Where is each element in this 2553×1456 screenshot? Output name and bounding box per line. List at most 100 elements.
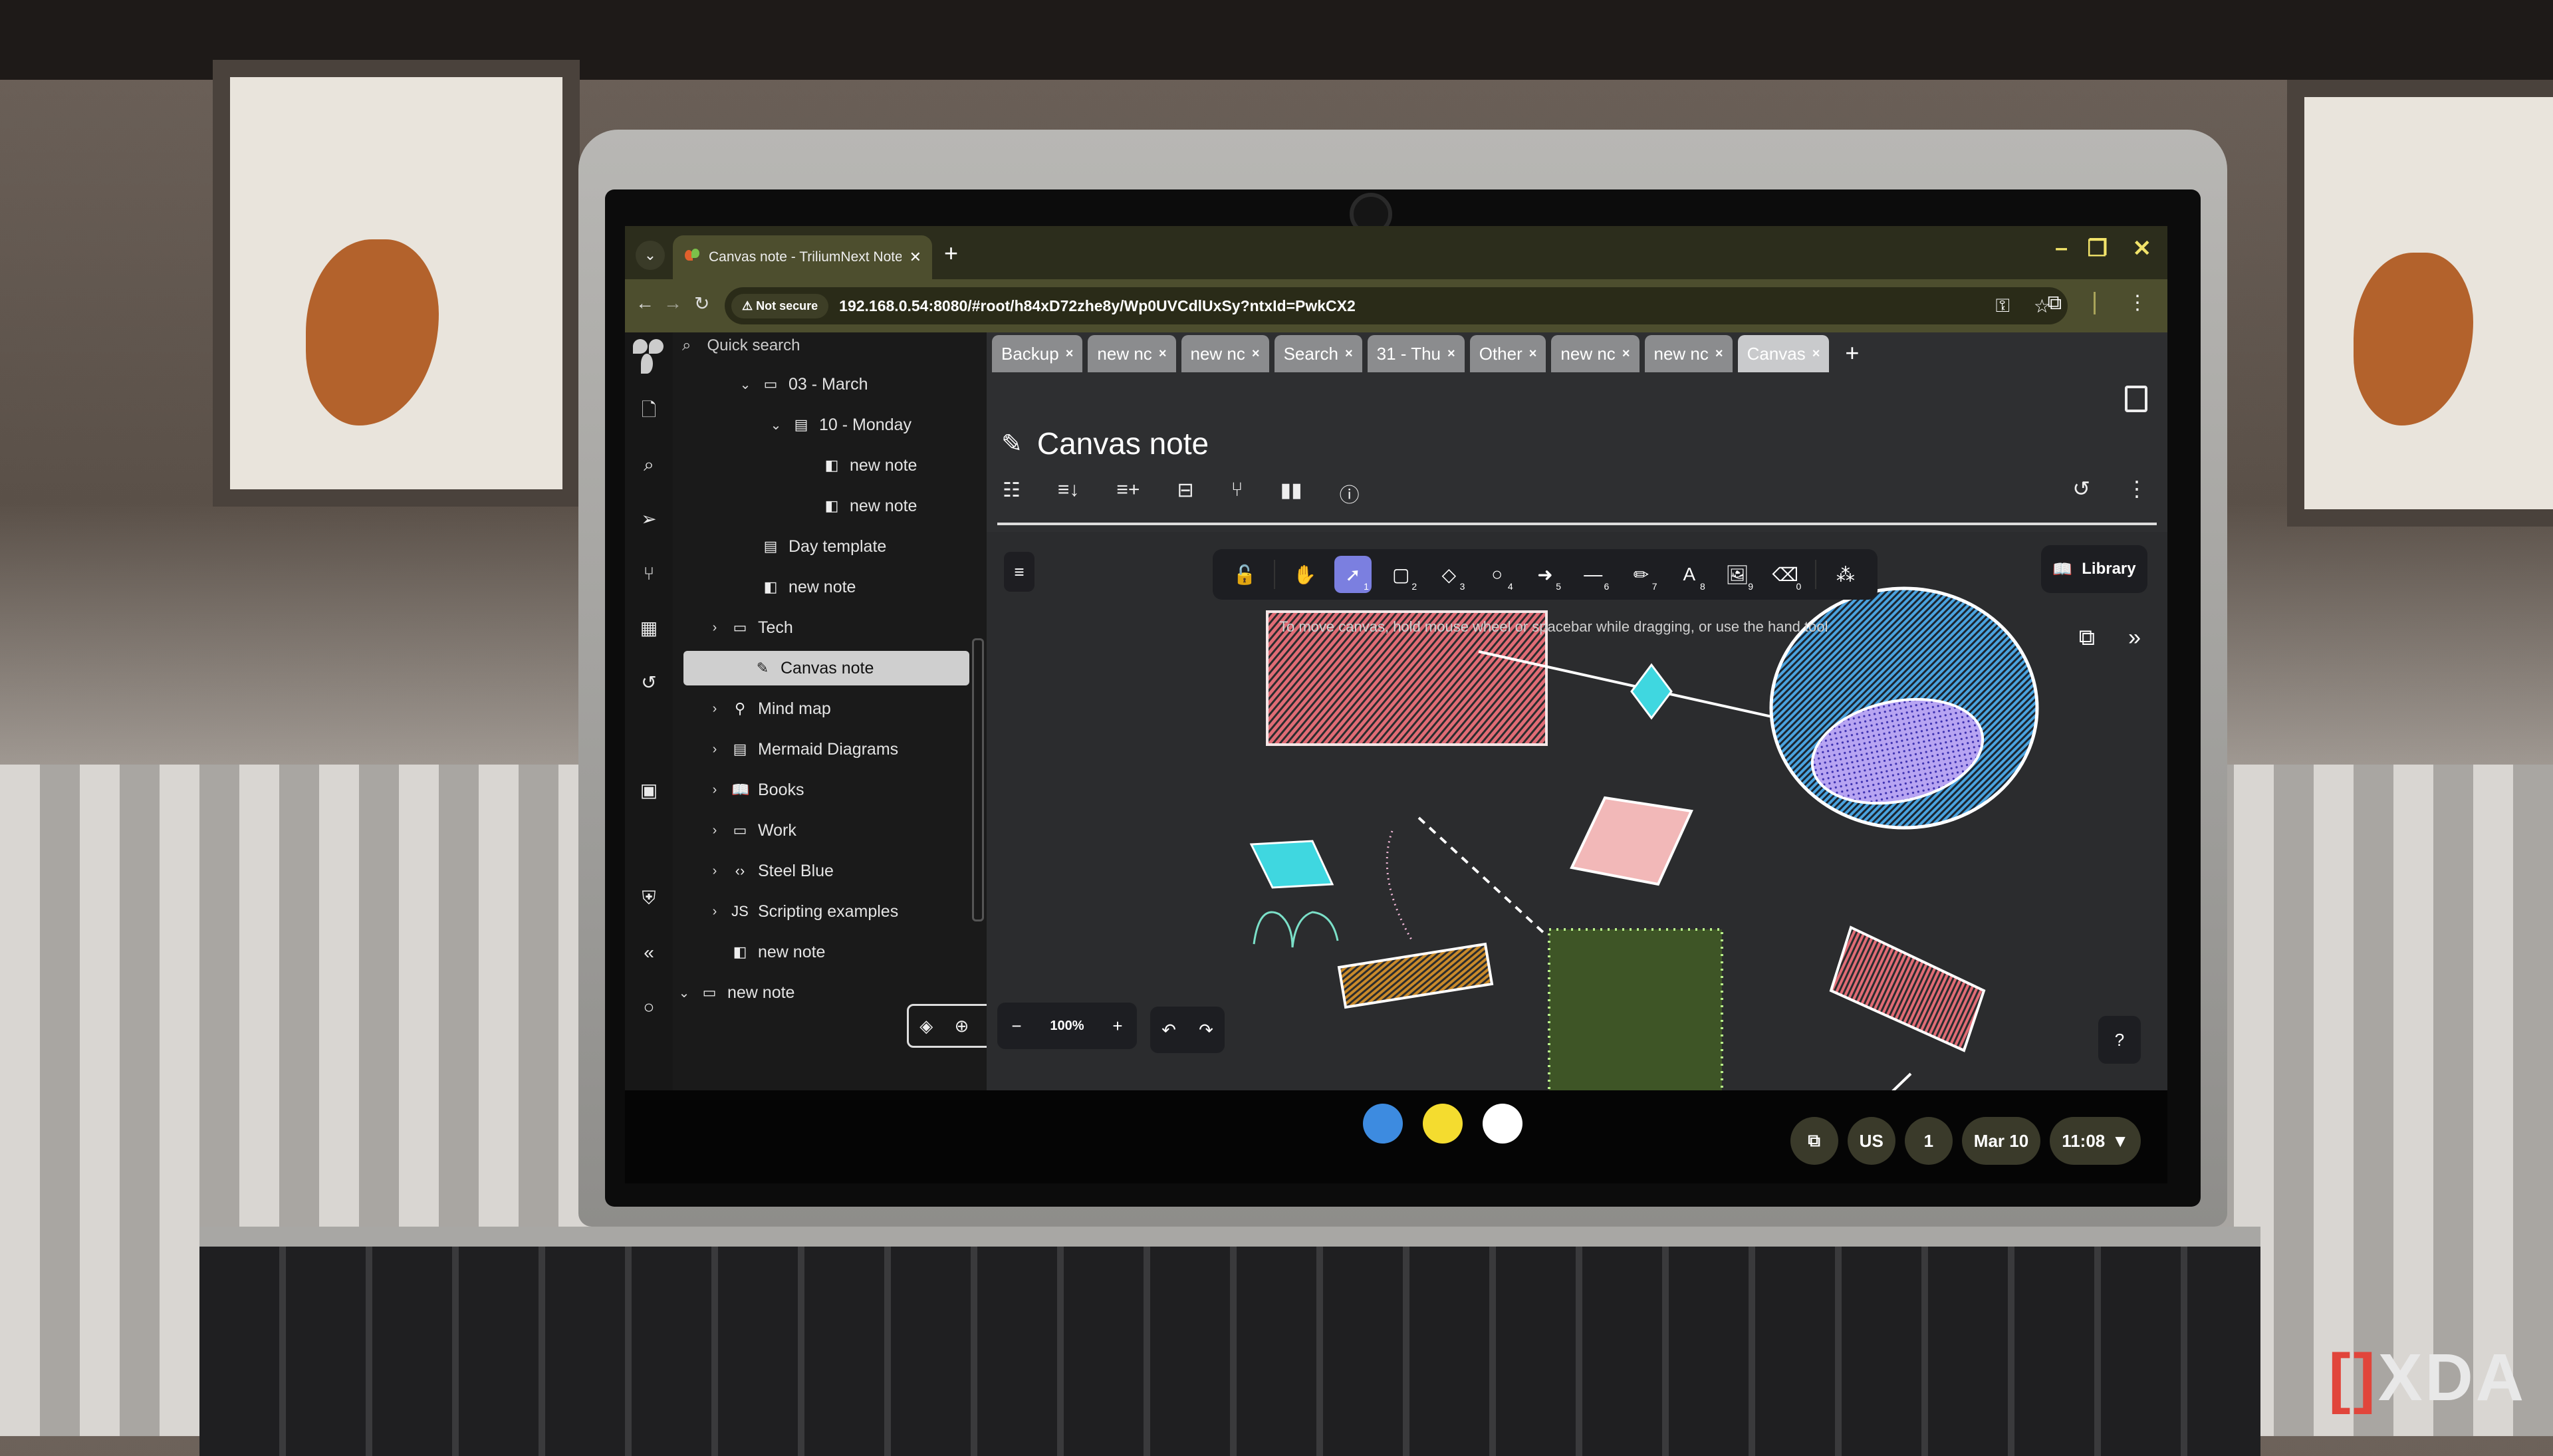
tree-expander-icon[interactable]: › <box>707 864 722 879</box>
rectangle-tool-button[interactable]: ▢ 2 <box>1382 556 1419 593</box>
new-tab-button[interactable]: + <box>944 239 958 267</box>
note-tab[interactable]: Search × <box>1274 335 1362 372</box>
diamond-tool-button[interactable]: ◇ 3 <box>1430 556 1467 593</box>
note-tab[interactable]: Backup × <box>992 335 1083 372</box>
shelf-app-play-store[interactable] <box>1483 1104 1522 1144</box>
hoist-layers-icon[interactable]: ◈ <box>919 1016 933 1036</box>
browser-menu-icon[interactable]: ⋮ <box>2128 291 2147 314</box>
tree-expander-icon[interactable]: ⌄ <box>769 417 783 433</box>
shape-dashed-line[interactable] <box>1417 816 1546 935</box>
undo-icon[interactable]: ↶ <box>1161 1020 1176 1040</box>
expand-sidebar-icon[interactable]: » <box>2128 625 2141 651</box>
quick-search[interactable]: ⌕ Quick search <box>682 336 800 355</box>
image-tool-button[interactable]: 🖼 9 <box>1719 556 1756 593</box>
tree-expander-icon[interactable]: › <box>707 701 722 717</box>
toggle-right-pane-icon[interactable] <box>2125 386 2147 412</box>
note-tab-close-icon[interactable]: × <box>1812 346 1820 362</box>
address-bar[interactable]: ⚠ Not secure 192.168.0.54:8080/#root/h84… <box>725 287 2068 324</box>
new-note-icon[interactable]: 🗋 <box>625 383 673 437</box>
note-tab-close-icon[interactable]: × <box>1529 346 1537 362</box>
copy-canvas-icon[interactable]: ⧉ <box>2079 625 2095 651</box>
note-tab-close-icon[interactable]: × <box>1252 346 1260 362</box>
tree-scrollbar[interactable] <box>972 638 984 921</box>
forward-button[interactable]: → <box>664 293 682 314</box>
restore-window-button[interactable]: ❐ <box>2088 235 2108 262</box>
jump-to-note-icon[interactable]: ➢ <box>625 492 673 546</box>
shelf-app-files[interactable] <box>1423 1104 1463 1144</box>
collapse-sidebar-icon[interactable]: « <box>625 925 673 980</box>
tree-item[interactable]: ▤ Day template <box>738 529 887 564</box>
tree-expander-icon[interactable]: › <box>707 904 722 919</box>
calendar-icon[interactable]: ▦ <box>625 601 673 656</box>
tree-item[interactable]: › ▭ Work <box>707 813 796 848</box>
revisions-icon[interactable]: ↺ <box>2072 476 2090 501</box>
tree-item[interactable]: › JS Scripting examples <box>707 894 899 929</box>
draw-tool-button[interactable]: ✏ 7 <box>1623 556 1660 593</box>
note-info-icon[interactable]: ⓘ <box>1340 479 1360 508</box>
text-tool-button[interactable]: A8 <box>1671 556 1708 593</box>
note-tab[interactable]: new nc × <box>1551 335 1640 372</box>
tree-item[interactable]: ◧ new note <box>707 935 826 969</box>
note-tab-active[interactable]: Canvas × <box>1737 335 1830 372</box>
shape-red-tilted-rectangle[interactable] <box>1829 925 1986 1052</box>
tree-item-active[interactable]: ✎ Canvas note <box>683 651 969 685</box>
tree-expander-icon[interactable]: › <box>707 620 722 636</box>
trilium-logo-icon[interactable] <box>629 336 669 383</box>
tab-search-button[interactable]: ⌄ <box>636 241 665 270</box>
note-actions-menu-icon[interactable]: ⋮ <box>2126 476 2147 501</box>
note-tab-close-icon[interactable]: × <box>1447 346 1455 362</box>
shape-cyan-parallelogram[interactable] <box>1249 840 1334 889</box>
tree-item[interactable]: ⌄ ▤ 10 - Monday <box>769 408 912 442</box>
tree-item[interactable]: ◧ new note <box>738 570 856 604</box>
note-tab-close-icon[interactable]: × <box>1066 346 1074 362</box>
browser-tab-active[interactable]: Canvas note - TriliumNext Note ✕ <box>673 235 932 279</box>
tree-expander-icon[interactable]: › <box>707 742 722 757</box>
notification-count[interactable]: 1 <box>1904 1117 1953 1165</box>
arrow-tool-button[interactable]: ➜ 5 <box>1526 556 1564 593</box>
shape-orange-rectangle[interactable] <box>1337 942 1494 1009</box>
zoom-out-button[interactable]: − <box>1011 1016 1021 1036</box>
basic-properties-icon[interactable]: ☷ <box>1003 479 1021 508</box>
library-button[interactable]: 📖 Library <box>2041 545 2147 593</box>
note-tab-close-icon[interactable]: × <box>1622 346 1630 362</box>
promoted-attributes-icon[interactable]: ≡↓ <box>1058 479 1080 508</box>
extensions-puzzle-icon[interactable]: ⧉ <box>2048 292 2062 314</box>
shape-arrow-down-left[interactable] <box>1818 1072 1912 1090</box>
tree-item[interactable]: › ‹› Steel Blue <box>707 854 834 888</box>
note-tab-close-icon[interactable]: × <box>1345 346 1353 362</box>
clock-and-status[interactable]: 11:08 ▼ <box>2050 1117 2141 1165</box>
help-button[interactable]: ? <box>2098 1016 2141 1064</box>
note-title[interactable]: Canvas note <box>1037 425 1209 461</box>
url-text[interactable]: 192.168.0.54:8080/#root/h84xD72zhe8y/Wp0… <box>839 297 1356 315</box>
screen-capture-icon[interactable]: ⧉ <box>1790 1117 1838 1165</box>
shape-dotted-curve[interactable] <box>1386 830 1413 941</box>
zoom-level-reset[interactable]: 100% <box>1050 1019 1084 1034</box>
redo-icon[interactable]: ↷ <box>1199 1020 1213 1040</box>
shape-pink-square[interactable] <box>1570 796 1693 886</box>
shape-cyan-diamond[interactable] <box>1630 663 1673 720</box>
note-map-ribbon-icon[interactable]: ⑂ <box>1231 479 1243 508</box>
similar-notes-icon[interactable]: ▮▮ <box>1280 479 1302 508</box>
input-method-indicator[interactable]: US <box>1847 1117 1895 1165</box>
recent-changes-icon[interactable]: ↺ <box>625 656 673 710</box>
tree-item[interactable]: › ▭ Tech <box>707 610 793 645</box>
reload-button[interactable]: ↻ <box>694 293 709 314</box>
lock-tool-button[interactable]: 🔓 <box>1226 556 1263 593</box>
inherited-attributes-icon[interactable]: ⊟ <box>1177 479 1193 508</box>
tree-item[interactable]: › ▤ Mermaid Diagrams <box>707 732 899 767</box>
selection-tool-button[interactable]: ➚ 1 <box>1334 556 1372 593</box>
ellipse-tool-button[interactable]: ○ 4 <box>1479 556 1516 593</box>
line-tool-button[interactable]: —6 <box>1574 556 1612 593</box>
tree-expander-icon[interactable]: ⌄ <box>738 376 753 393</box>
shelf-app-trilium[interactable] <box>1363 1104 1403 1144</box>
add-note-tab-button[interactable]: + <box>1845 339 1859 367</box>
password-key-icon[interactable]: ⚿ <box>1996 295 2010 317</box>
tree-expander-icon[interactable]: › <box>707 823 722 838</box>
minimize-window-button[interactable]: – <box>2055 235 2068 261</box>
back-button[interactable]: ← <box>636 293 654 314</box>
note-tab-close-icon[interactable]: × <box>1159 346 1167 362</box>
hand-tool-button[interactable]: ✋ <box>1286 556 1324 593</box>
locate-note-icon[interactable]: ⊕ <box>955 1016 969 1036</box>
tree-item[interactable]: ⌄ ▭ 03 - March <box>738 367 868 402</box>
note-tab[interactable]: new nc × <box>1644 335 1733 372</box>
